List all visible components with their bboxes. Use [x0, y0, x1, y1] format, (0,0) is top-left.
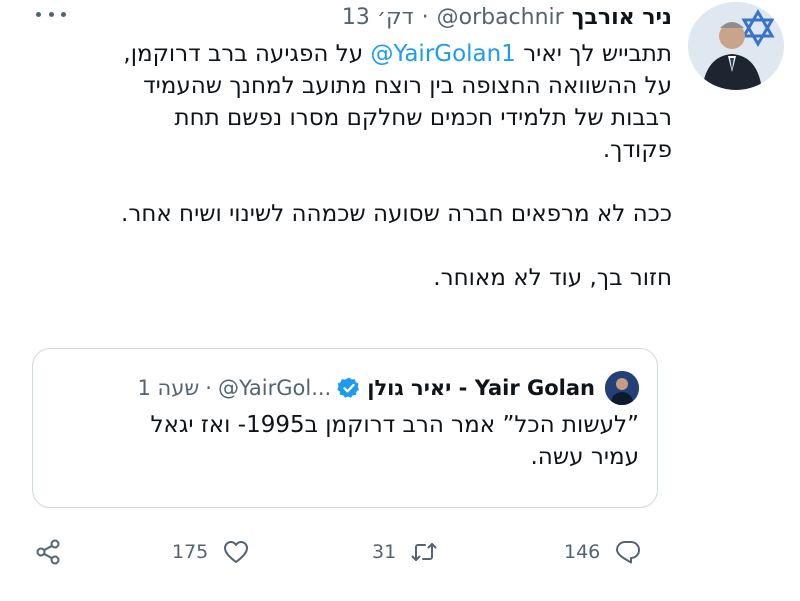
- author-avatar-image: [688, 2, 784, 90]
- quoted-tweet-timestamp: שעה 1: [137, 376, 200, 400]
- quoted-tweet-card[interactable]: יאיר גולן - Yair Golan @YairGol... · שעה…: [32, 348, 658, 508]
- quoted-author-handle: @YairGol...: [217, 376, 332, 400]
- tweet-line-2: על ההשוואה החצופה בין רוצח מתועב למחנך ש…: [143, 73, 672, 99]
- quoted-header-separator: ·: [205, 376, 212, 400]
- quoted-line-1: ”לעשות הכל” אמר הרב דרוקמן ב1995- ואז יג…: [150, 412, 639, 438]
- reply-button[interactable]: 146: [564, 530, 642, 574]
- share-button[interactable]: [34, 530, 62, 574]
- tweet-line-3: רבבות של תלמידי חכמים שחלקם מסרו נפשם תח…: [174, 105, 672, 131]
- tweet-body: תתבייש לך יאיר @YairGolan1 על הפגיעה ברב…: [12, 38, 672, 294]
- tweet-line-4: פקודך.: [602, 137, 672, 163]
- quoted-author-avatar: [605, 371, 639, 405]
- quoted-author-name: יאיר גולן - Yair Golan: [367, 376, 595, 400]
- quoted-tweet-header: יאיר גולן - Yair Golan @YairGol... · שעה…: [49, 371, 639, 405]
- more-dot: [36, 11, 41, 17]
- more-options-icon[interactable]: [36, 6, 66, 22]
- retweet-icon: [411, 543, 437, 561]
- action-bar: 175 31 146: [0, 530, 800, 574]
- share-icon: [36, 539, 60, 565]
- quoted-tweet-body: ”לעשות הכל” אמר הרב דרוקמן ב1995- ואז יג…: [49, 409, 639, 473]
- tweet-paragraph-2: ככה לא מרפאים חברה שסועה שכמהה לשינוי וש…: [121, 201, 672, 227]
- tweet-line-1: תתבייש לך יאיר @YairGolan1 על הפגיעה ברב…: [12, 38, 672, 70]
- verified-badge-icon: [337, 377, 360, 398]
- tweet-paragraph-3: חזור בך, עוד לא מאוחר.: [433, 265, 672, 291]
- tweet-text: על הפגיעה ברב דרוקמן,: [123, 41, 364, 67]
- reply-icon: [616, 541, 641, 564]
- retweet-button[interactable]: 31: [372, 530, 438, 574]
- like-icon: [224, 541, 249, 563]
- quoted-line-2: עמיר עשה.: [530, 444, 640, 470]
- author-name[interactable]: ניר אורבך: [572, 5, 672, 30]
- author-avatar[interactable]: [688, 2, 784, 90]
- retweet-count: 31: [372, 541, 397, 563]
- tweet: ניר אורבך @orbachnir · 13 דק׳ תתבייש לך …: [0, 0, 800, 601]
- like-count: 175: [172, 541, 209, 563]
- more-dot: [61, 11, 66, 17]
- mention-link[interactable]: @YairGolan1: [370, 41, 515, 67]
- author-handle[interactable]: @orbachnir: [437, 5, 564, 30]
- tweet-header: ניר אורבך @orbachnir · 13 דק׳: [32, 0, 672, 34]
- more-dot: [48, 11, 54, 17]
- tweet-timestamp[interactable]: 13 דק׳: [342, 5, 414, 30]
- header-separator: ·: [421, 4, 429, 30]
- quoted-avatar-image: [605, 371, 639, 405]
- tweet-text: תתבייש לך יאיר: [523, 41, 672, 67]
- like-button[interactable]: 175: [172, 530, 250, 574]
- reply-count: 146: [564, 541, 601, 563]
